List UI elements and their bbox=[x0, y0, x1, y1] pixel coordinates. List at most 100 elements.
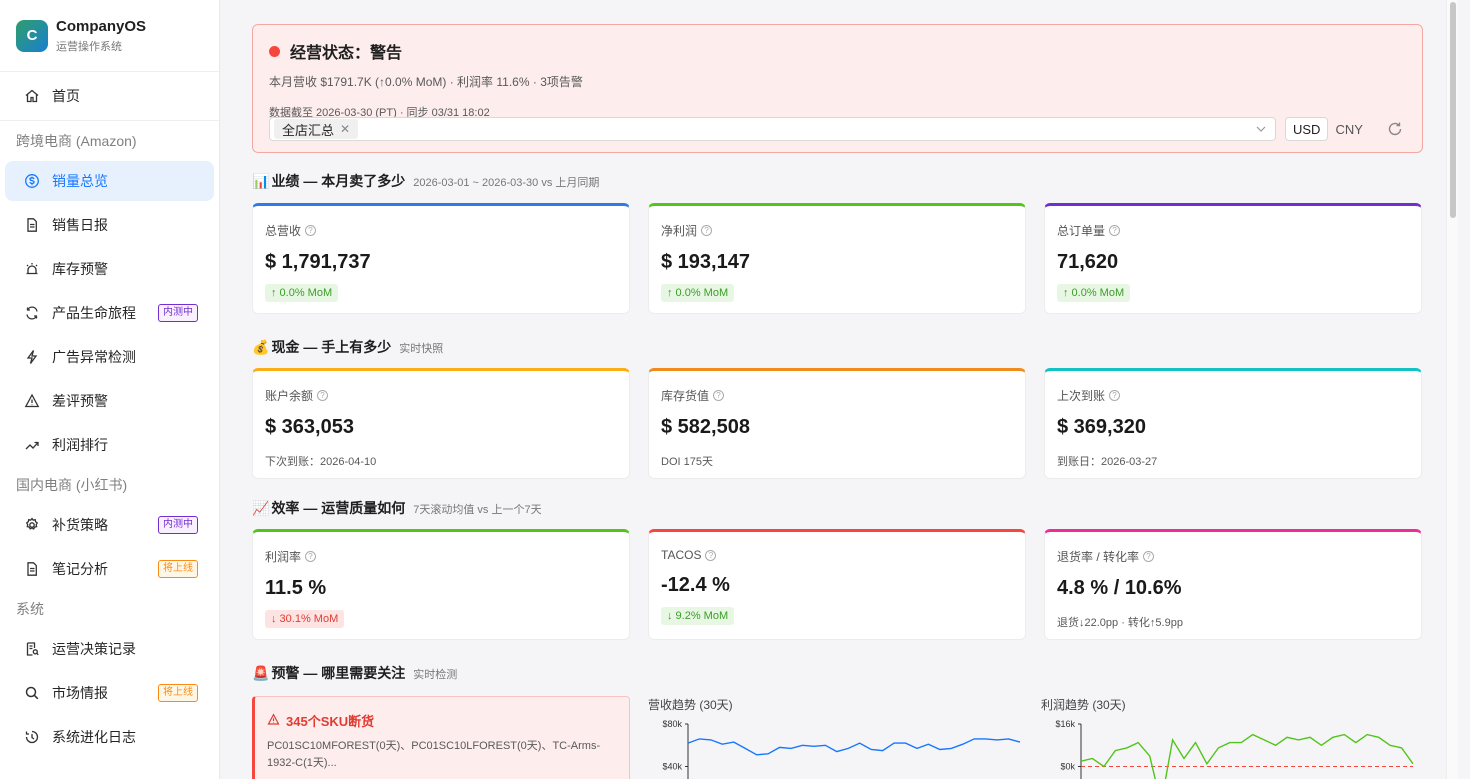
sidebar-item-label: 首页 bbox=[52, 88, 80, 104]
revenue-trend-chart: 营收趋势 (30天) $80k $40k bbox=[648, 696, 1029, 779]
question-icon[interactable]: ? bbox=[1109, 225, 1121, 236]
sidebar-item-label: 差评预警 bbox=[52, 393, 108, 409]
kpi-value: $ 363,053 bbox=[265, 416, 354, 438]
status-banner: 经营状态：警告 本月营收 $1791.7K (↑0.0% MoM) · 利润率 … bbox=[252, 24, 1423, 153]
series-line bbox=[1080, 733, 1414, 779]
kpi-value: $ 1,791,737 bbox=[265, 251, 371, 273]
question-icon[interactable]: ? bbox=[305, 551, 317, 562]
search-icon bbox=[24, 685, 40, 701]
file-icon bbox=[24, 561, 40, 577]
kpi-card-last-payout: 上次到账? $ 369,320 到账日：2026-03-27 bbox=[1044, 368, 1422, 479]
kpi-card-orders: 总订单量? 71,620 ↑ 0.0% MoM bbox=[1044, 203, 1422, 314]
question-icon[interactable]: ? bbox=[317, 390, 329, 401]
sidebar-item-label: 销量总览 bbox=[52, 173, 108, 189]
refresh-icon[interactable] bbox=[1386, 120, 1404, 138]
sidebar-item-label: 市场情报 bbox=[52, 685, 108, 701]
thunder-icon bbox=[24, 349, 40, 365]
sidebar-item-restock-strategy[interactable]: 补货策略 内测中 bbox=[5, 505, 214, 545]
revenue-trend-svg: $80k $40k bbox=[662, 719, 1021, 779]
kpi-value: $ 369,320 bbox=[1057, 416, 1146, 438]
warning-icon bbox=[24, 393, 40, 409]
scrollbar-thumb[interactable] bbox=[1450, 2, 1456, 218]
coming-soon-badge: 将上线 bbox=[158, 684, 198, 702]
main-content: 经营状态：警告 本月营收 $1791.7K (↑0.0% MoM) · 利润率 … bbox=[220, 0, 1458, 779]
status-dot-icon bbox=[269, 45, 280, 57]
kpi-card-inventory-value: 库存货值? $ 582,508 DOI 175天 bbox=[648, 368, 1026, 479]
sidebar-item-bad-review[interactable]: 差评预警 bbox=[5, 381, 214, 421]
chart-title: 营收趋势 (30天) bbox=[648, 698, 733, 712]
close-icon[interactable]: ✕ bbox=[340, 122, 350, 136]
sidebar-item-profit-ranking[interactable]: 利润排行 bbox=[5, 425, 214, 465]
kpi-card-revenue: 总营收? $ 1,791,737 ↑ 0.0% MoM bbox=[252, 203, 630, 314]
alarm-icon bbox=[24, 261, 40, 277]
app-subtitle: 运营操作系统 bbox=[56, 40, 122, 53]
question-icon[interactable]: ? bbox=[1109, 390, 1121, 401]
home-icon bbox=[24, 88, 40, 104]
file-icon bbox=[24, 217, 40, 233]
question-icon[interactable]: ? bbox=[1143, 551, 1155, 562]
mom-badge: ↓ 9.2% MoM bbox=[661, 607, 735, 625]
sidebar-item-daily-report[interactable]: 销售日报 bbox=[5, 205, 214, 245]
brand: C CompanyOS 运营操作系统 bbox=[0, 0, 219, 72]
stockout-alert-card[interactable]: 345个SKU断货 PC01SC10MFOREST(0天)、PC01SC10LF… bbox=[252, 696, 630, 779]
kpi-note: 退货↓22.0pp · 转化↑5.9pp bbox=[1057, 617, 1183, 629]
beta-badge: 内测中 bbox=[158, 304, 198, 322]
y-tick-label: $40k bbox=[662, 762, 682, 772]
coming-soon-badge: 将上线 bbox=[158, 560, 198, 578]
y-tick-label: $80k bbox=[662, 719, 682, 729]
question-icon[interactable]: ? bbox=[701, 225, 713, 236]
kpi-value: -12.4 % bbox=[661, 574, 730, 596]
scrollbar[interactable] bbox=[1446, 0, 1458, 779]
question-icon[interactable]: ? bbox=[713, 390, 725, 401]
nav-group-amazon: 跨境电商 (Amazon) bbox=[16, 133, 137, 149]
gear-icon bbox=[24, 517, 40, 533]
status-summary: 本月营收 $1791.7K (↑0.0% MoM) · 利润率 11.6% · … bbox=[269, 75, 583, 89]
section-title-performance: 📊 业绩 — 本月卖了多少 2026-03-01 ~ 2026-03-30 vs… bbox=[252, 173, 600, 189]
sidebar-item-inventory-alert[interactable]: 库存预警 bbox=[5, 249, 214, 289]
question-icon[interactable]: ? bbox=[705, 549, 717, 561]
sidebar-item-home[interactable]: 首页 bbox=[5, 76, 214, 116]
kpi-card-net-profit: 净利润? $ 193,147 ↑ 0.0% MoM bbox=[648, 203, 1026, 314]
sidebar-item-product-lifecycle[interactable]: 产品生命旅程 内测中 bbox=[5, 293, 214, 333]
sidebar-item-ad-anomaly[interactable]: 广告异常检测 bbox=[5, 337, 214, 377]
sidebar-item-evolution-log[interactable]: 系统进化日志 bbox=[5, 717, 214, 757]
sidebar-item-label: 利润排行 bbox=[52, 437, 108, 453]
sidebar-item-decision-log[interactable]: 运营决策记录 bbox=[5, 629, 214, 669]
sidebar-item-market-intel[interactable]: 市场情报 将上线 bbox=[5, 673, 214, 713]
sidebar-item-label: 销售日报 bbox=[52, 217, 108, 233]
kpi-card-balance: 账户余额? $ 363,053 下次到账：2026-04-10 bbox=[252, 368, 630, 479]
kpi-value: 71,620 bbox=[1057, 251, 1119, 273]
mom-badge: ↓ 30.1% MoM bbox=[265, 610, 345, 628]
kpi-value: 11.5 % bbox=[265, 577, 327, 599]
currency-usd-button[interactable]: USD bbox=[1285, 117, 1329, 141]
sidebar-item-label: 系统进化日志 bbox=[52, 729, 136, 745]
sidebar-item-label: 运营决策记录 bbox=[52, 641, 136, 657]
kpi-card-margin: 利润率? 11.5 % ↓ 30.1% MoM bbox=[252, 529, 630, 640]
kpi-note: 下次到账：2026-04-10 bbox=[265, 456, 377, 468]
sidebar-item-label: 广告异常检测 bbox=[52, 349, 136, 365]
chart-title: 利润趋势 (30天) bbox=[1041, 698, 1126, 712]
chevron-down-icon bbox=[1255, 122, 1267, 140]
question-icon[interactable]: ? bbox=[305, 225, 317, 236]
audit-icon bbox=[24, 641, 40, 657]
trend-icon bbox=[24, 437, 40, 453]
dollar-circle-icon bbox=[24, 173, 40, 189]
sidebar-item-label: 补货策略 bbox=[52, 517, 108, 533]
currency-cny-button[interactable]: CNY bbox=[1328, 117, 1369, 141]
sidebar-item-sales-overview[interactable]: 销量总览 bbox=[5, 161, 214, 201]
store-select[interactable]: 全店汇总 ✕ bbox=[269, 117, 1276, 141]
sidebar-item-note-analysis[interactable]: 笔记分析 将上线 bbox=[5, 549, 214, 589]
section-title-efficiency: 📈 效率 — 运营质量如何 7天滚动均值 vs 上一个7天 bbox=[252, 500, 542, 516]
profit-trend-chart: 利润趋势 (30天) $16k $0k bbox=[1041, 696, 1422, 779]
kpi-value: $ 193,147 bbox=[661, 251, 750, 273]
kpi-note: 到账日：2026-03-27 bbox=[1057, 456, 1158, 468]
sidebar-item-label: 笔记分析 bbox=[52, 561, 108, 577]
nav-group-xhs: 国内电商 (小红书) bbox=[16, 477, 128, 493]
kpi-note: DOI 175天 bbox=[661, 456, 713, 468]
y-tick-label: $16k bbox=[1055, 719, 1075, 729]
kpi-value: 4.8 % / 10.6% bbox=[1057, 577, 1182, 599]
mom-badge: ↑ 0.0% MoM bbox=[1057, 284, 1131, 302]
series-line bbox=[687, 738, 1021, 756]
currency-toggle: USD CNY bbox=[1285, 117, 1370, 141]
status-title: 经营状态：警告 bbox=[269, 39, 1406, 63]
